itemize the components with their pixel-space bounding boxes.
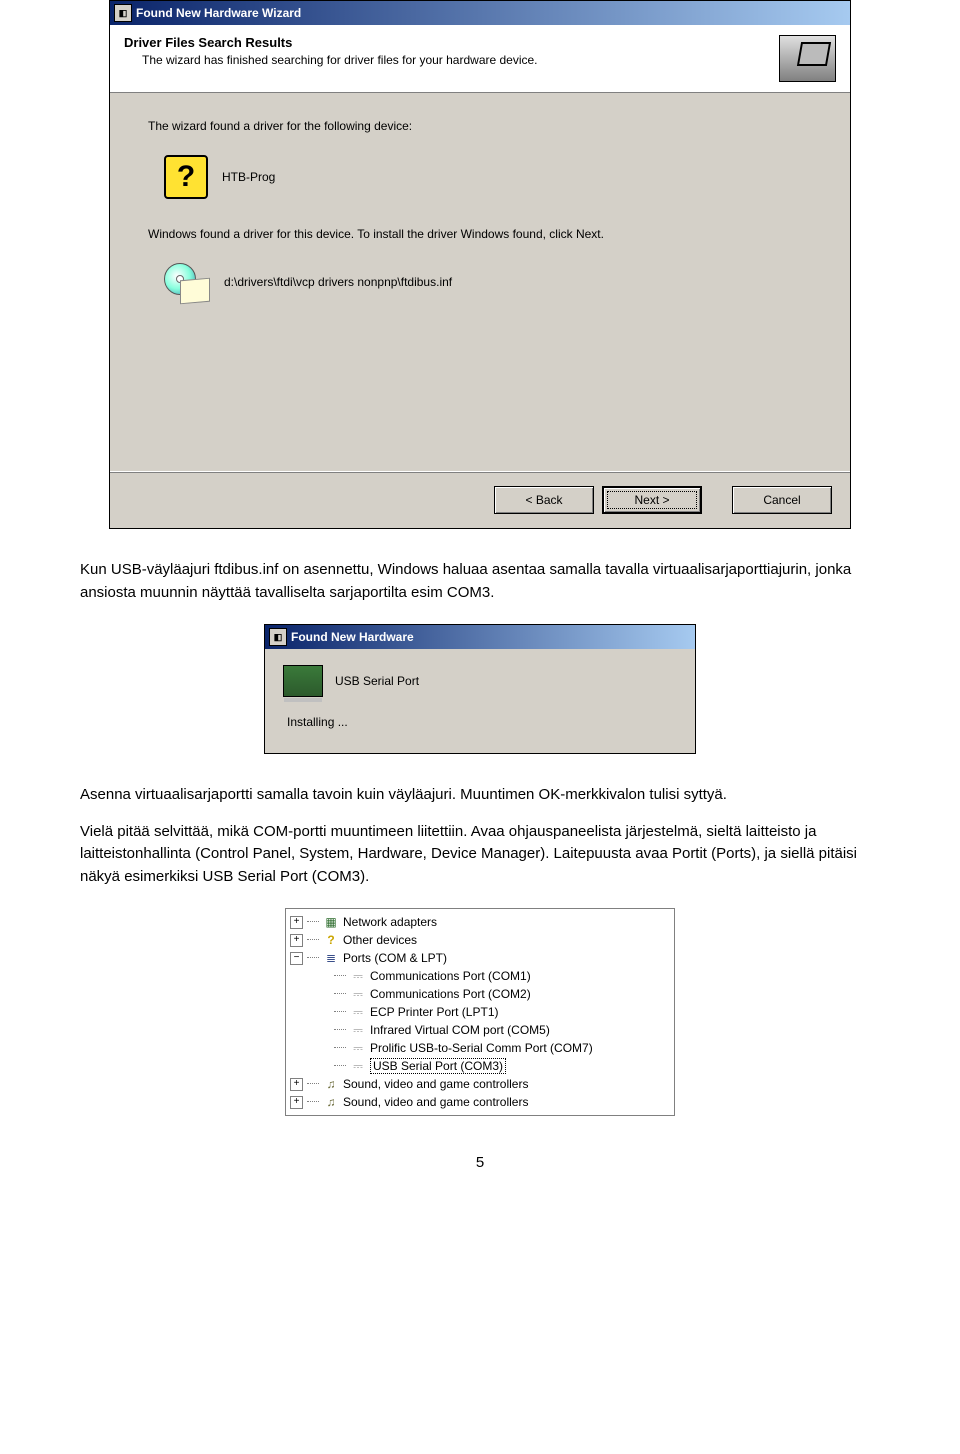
cd-folder-icon xyxy=(164,263,210,301)
device-manager-tree: + ▦ Network adapters + ? Other devices −… xyxy=(285,908,675,1116)
found-hardware-titlebar: ◧ Found New Hardware xyxy=(265,625,695,649)
wizard-title-text: Found New Hardware Wizard xyxy=(136,6,301,20)
tree-com2[interactable]: ⎓ Communications Port (COM2) xyxy=(290,985,670,1003)
collapse-icon[interactable]: − xyxy=(290,952,303,965)
tree-lpt1[interactable]: ⎓ ECP Printer Port (LPT1) xyxy=(290,1003,670,1021)
com-port-icon: ⎓ xyxy=(350,987,366,1001)
lpt-port-icon: ⎓ xyxy=(350,1005,366,1019)
doc-paragraph-1: Kun USB-väyläajuri ftdibus.inf on asenne… xyxy=(80,559,880,604)
sound-icon: ♫ xyxy=(323,1095,339,1109)
unknown-device-icon: ? xyxy=(164,155,208,199)
tree-sound1[interactable]: + ♫ Sound, video and game controllers xyxy=(290,1075,670,1093)
com-port-icon: ⎓ xyxy=(350,1059,366,1073)
expand-icon[interactable]: + xyxy=(290,934,303,947)
unknown-devices-icon: ? xyxy=(323,933,339,947)
wizard-driver-path: d:\drivers\ftdi\vcp drivers nonpnp\ftdib… xyxy=(224,275,452,289)
expand-icon[interactable]: + xyxy=(290,916,303,929)
wizard-header: Driver Files Search Results The wizard h… xyxy=(110,25,850,93)
com-port-icon: ⎓ xyxy=(350,969,366,983)
doc-paragraph-3: Vielä pitää selvittää, mikä COM-portti m… xyxy=(80,821,880,889)
found-hardware-title-text: Found New Hardware xyxy=(291,630,414,644)
back-button[interactable]: < Back xyxy=(494,486,594,514)
found-hardware-sysicon: ◧ xyxy=(269,628,287,646)
tree-ports[interactable]: − ≣ Ports (COM & LPT) xyxy=(290,949,670,967)
ir-port-icon: ⎓ xyxy=(350,1023,366,1037)
expand-icon[interactable]: + xyxy=(290,1096,303,1109)
wizard-titlebar: ◧ Found New Hardware Wizard xyxy=(110,1,850,25)
wizard-heading: Driver Files Search Results xyxy=(124,35,779,50)
com-port-icon: ⎓ xyxy=(350,1041,366,1055)
tree-usb-serial[interactable]: ⎓ USB Serial Port (COM3) xyxy=(290,1057,670,1075)
tree-ir[interactable]: ⎓ Infrared Virtual COM port (COM5) xyxy=(290,1021,670,1039)
expand-icon[interactable]: + xyxy=(290,1078,303,1091)
wizard-button-bar: < Back Next > Cancel xyxy=(110,471,850,528)
tree-other-devices[interactable]: + ? Other devices xyxy=(290,931,670,949)
wizard-sysicon: ◧ xyxy=(114,4,132,22)
page-number: 5 xyxy=(80,1154,880,1171)
tree-prolific[interactable]: ⎓ Prolific USB-to-Serial Comm Port (COM7… xyxy=(290,1039,670,1057)
doc-paragraph-2: Asenna virtuaalisarjaportti samalla tavo… xyxy=(80,784,880,807)
tree-sound2[interactable]: + ♫ Sound, video and game controllers xyxy=(290,1093,670,1111)
wizard-found-intro: The wizard found a driver for the follow… xyxy=(148,119,822,133)
ports-icon: ≣ xyxy=(323,951,339,965)
wizard-subheading: The wizard has finished searching for dr… xyxy=(142,53,779,67)
wizard-device-name: HTB-Prog xyxy=(222,170,275,184)
next-button[interactable]: Next > xyxy=(602,486,702,514)
found-hardware-device: USB Serial Port xyxy=(335,674,419,688)
wizard-dialog: ◧ Found New Hardware Wizard Driver Files… xyxy=(109,0,851,529)
wizard-found-message: Windows found a driver for this device. … xyxy=(148,227,822,241)
found-hardware-dialog: ◧ Found New Hardware USB Serial Port Ins… xyxy=(264,624,696,754)
network-adapter-icon: ▦ xyxy=(323,915,339,929)
chip-icon xyxy=(283,665,323,697)
hardware-box-icon xyxy=(779,35,836,82)
cancel-button[interactable]: Cancel xyxy=(732,486,832,514)
tree-network-adapters[interactable]: + ▦ Network adapters xyxy=(290,913,670,931)
sound-icon: ♫ xyxy=(323,1077,339,1091)
found-hardware-status: Installing ... xyxy=(287,715,677,729)
tree-com1[interactable]: ⎓ Communications Port (COM1) xyxy=(290,967,670,985)
